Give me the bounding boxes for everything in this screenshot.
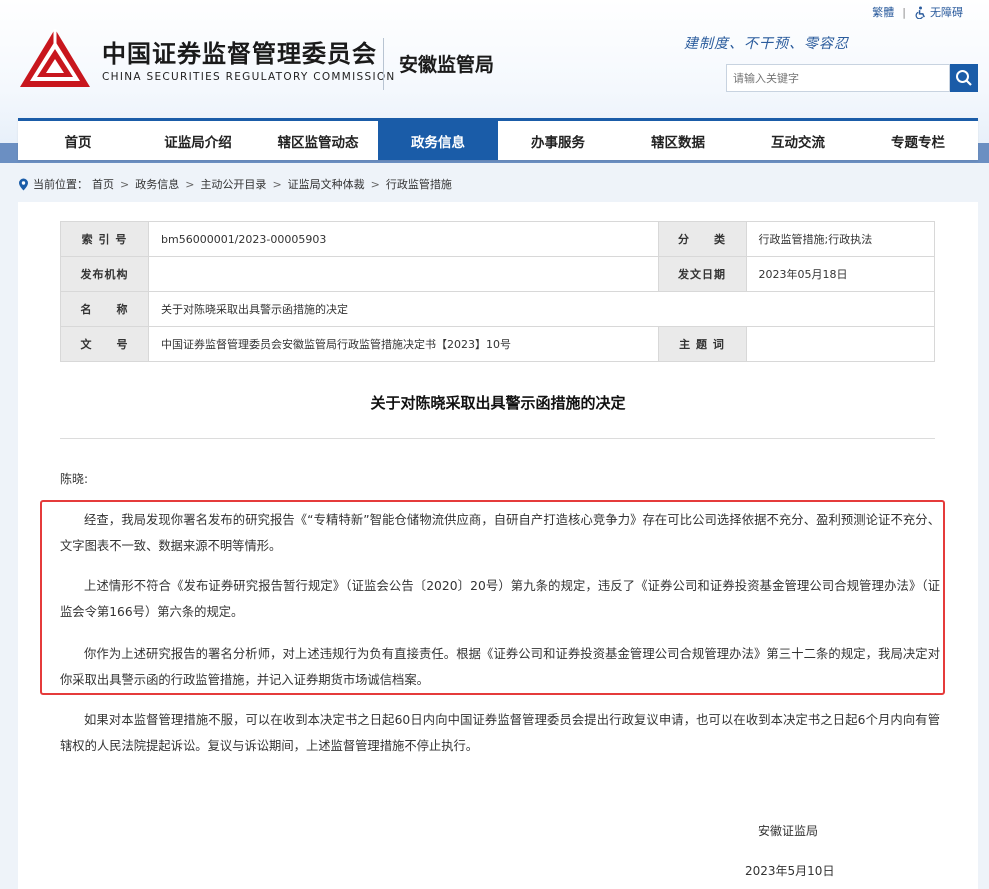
- name-value: 关于对陈晓采取出具警示函措施的决定: [148, 291, 935, 327]
- breadcrumb: 当前位置： 首页 > 政务信息 > 主动公开目录 > 证监局文种体裁 > 行政监…: [18, 176, 452, 192]
- search-box: [726, 64, 978, 92]
- top-utility-bar: 繁體 | 无障碍: [872, 4, 963, 20]
- document-metadata-table: 索 引 号 bm56000001/2023-00005903 分 类 行政监管措…: [60, 221, 936, 362]
- table-row: 发布机构 发文日期 2023年05月18日: [60, 256, 936, 292]
- accessibility-link[interactable]: 无障碍: [914, 4, 963, 20]
- breadcrumb-separator: >: [272, 177, 282, 191]
- date-label: 发文日期: [657, 256, 747, 292]
- nav-item-about[interactable]: 证监局介绍: [138, 121, 258, 160]
- paragraph-findings: 经查，我局发现你署名发布的研究报告《“专精特新”智能仓储物流供应商，自研自产打造…: [60, 513, 940, 553]
- sign-date: 2023年5月10日: [745, 864, 835, 878]
- paragraph-appeal: 如果对本监督管理措施不服，可以在收到本决定书之日起60日内向中国证券监督管理委员…: [60, 713, 940, 753]
- nav-item-regional-news[interactable]: 辖区监管动态: [258, 121, 378, 160]
- slogan: 建制度、不干预、零容忍: [684, 36, 849, 52]
- org-name-en: CHINA SECURITIES REGULATORY COMMISSION: [102, 71, 396, 83]
- nav-item-services[interactable]: 办事服务: [498, 121, 618, 160]
- table-row: 文 号 中国证券监督管理委员会安徽监管局行政监管措施决定书【2023】10号 主…: [60, 326, 936, 362]
- nav-item-special-topics[interactable]: 专题专栏: [858, 121, 978, 160]
- breadcrumb-public-catalog[interactable]: 主动公开目录: [200, 176, 266, 192]
- salutation: 陈晓:: [60, 472, 89, 486]
- index-value: bm56000001/2023-00005903: [148, 221, 659, 257]
- breadcrumb-separator: >: [185, 177, 195, 191]
- paragraph-decision: 你作为上述研究报告的署名分析师，对上述违规行为负有直接责任。根据《证券公司和证券…: [60, 647, 940, 687]
- csrc-logo-icon[interactable]: [18, 27, 92, 91]
- date-value: 2023年05月18日: [745, 256, 936, 292]
- header-divider: [383, 38, 384, 90]
- breadcrumb-home[interactable]: 首页: [92, 176, 114, 192]
- table-row: 索 引 号 bm56000001/2023-00005903 分 类 行政监管措…: [60, 221, 936, 257]
- breadcrumb-admin-measures[interactable]: 行政监管措施: [386, 176, 452, 192]
- nav-item-interaction[interactable]: 互动交流: [738, 121, 858, 160]
- breadcrumb-separator: >: [120, 177, 130, 191]
- nav-item-home[interactable]: 首页: [18, 121, 138, 160]
- location-pin-icon: [19, 178, 28, 190]
- document-title: 关于对陈晓采取出具警示函措施的决定: [370, 394, 626, 412]
- title-divider: [60, 438, 935, 439]
- docno-label: 文 号: [60, 326, 149, 362]
- category-label: 分 类: [657, 221, 747, 257]
- breadcrumb-prefix: 当前位置：: [33, 178, 88, 191]
- main-nav: 首页 证监局介绍 辖区监管动态 政务信息 办事服务 辖区数据 互动交流 专题专栏: [18, 118, 978, 160]
- subject-value: [745, 326, 936, 362]
- content-panel: 索 引 号 bm56000001/2023-00005903 分 类 行政监管措…: [18, 202, 978, 889]
- accessibility-icon: [915, 6, 925, 19]
- org-name-cn: 中国证券监督管理委员会: [102, 40, 377, 68]
- search-input[interactable]: [726, 64, 950, 92]
- accessibility-label: 无障碍: [930, 6, 963, 19]
- breadcrumb-doc-types[interactable]: 证监局文种体裁: [288, 176, 365, 192]
- publisher-value: [148, 256, 659, 292]
- subject-label: 主 题 词: [657, 326, 747, 362]
- signer: 安徽证监局: [758, 824, 819, 838]
- name-label: 名 称: [60, 291, 149, 327]
- breadcrumb-government-info[interactable]: 政务信息: [135, 176, 179, 192]
- publisher-label: 发布机构: [60, 256, 149, 292]
- nav-item-government-info[interactable]: 政务信息: [378, 121, 498, 160]
- nav-item-regional-data[interactable]: 辖区数据: [618, 121, 738, 160]
- breadcrumb-separator: >: [370, 177, 380, 191]
- topbar-separator: |: [902, 5, 906, 19]
- paragraph-violation: 上述情形不符合《发布证券研究报告暂行规定》（证监会公告〔2020〕20号）第九条…: [60, 579, 940, 619]
- bureau-name: 安徽监管局: [399, 54, 495, 76]
- category-value: 行政监管措施;行政执法: [745, 221, 936, 257]
- search-button[interactable]: [950, 64, 978, 92]
- docno-value: 中国证券监督管理委员会安徽监管局行政监管措施决定书【2023】10号: [148, 326, 659, 362]
- search-icon: [956, 70, 972, 86]
- index-label: 索 引 号: [60, 221, 149, 257]
- traditional-chinese-link[interactable]: 繁體: [872, 4, 894, 20]
- table-row: 名 称 关于对陈晓采取出具警示函措施的决定: [60, 291, 935, 327]
